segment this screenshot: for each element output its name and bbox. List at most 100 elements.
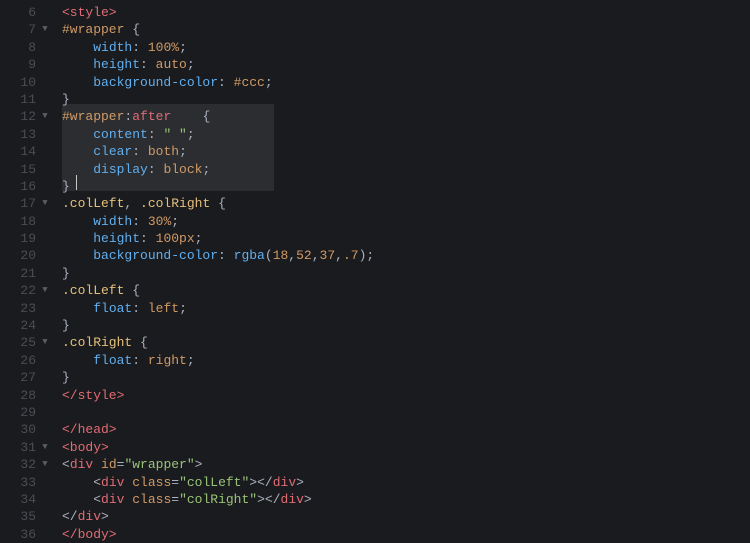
line-number: 17 xyxy=(10,195,38,212)
token-angle: </ xyxy=(265,492,281,507)
token-punct xyxy=(62,475,93,490)
token-punct: ; xyxy=(265,75,273,90)
code-line[interactable]: display: block; xyxy=(56,161,750,178)
line-number: 10 xyxy=(10,74,38,91)
gutter-line: 13 xyxy=(0,126,56,143)
code-line[interactable]: <div id="wrapper"> xyxy=(56,456,750,473)
token-angle: < xyxy=(93,475,101,490)
code-line[interactable]: } xyxy=(56,178,750,195)
fold-toggle-icon[interactable]: ▼ xyxy=(38,456,52,473)
code-line[interactable]: <div class="colLeft"></div> xyxy=(56,474,750,491)
code-line[interactable]: <body> xyxy=(56,439,750,456)
code-line[interactable]: height: 100px; xyxy=(56,230,750,247)
code-line[interactable]: <style> xyxy=(56,4,750,21)
token-sel: #wrapper xyxy=(62,22,124,37)
gutter-line: 6 xyxy=(0,4,56,21)
token-selc: .colLeft xyxy=(62,196,124,211)
code-line[interactable]: float: left; xyxy=(56,300,750,317)
token-punct: ; xyxy=(179,301,187,316)
fold-toggle-icon[interactable]: ▼ xyxy=(38,21,52,38)
code-line[interactable]: content: " "; xyxy=(56,126,750,143)
code-line[interactable]: .colLeft, .colRight { xyxy=(56,195,750,212)
code-line[interactable]: width: 100%; xyxy=(56,39,750,56)
line-number: 14 xyxy=(10,143,38,160)
code-line[interactable]: </div> xyxy=(56,508,750,525)
code-line[interactable]: background-color: rgba(18,52,37,.7); xyxy=(56,247,750,264)
code-line[interactable]: </style> xyxy=(56,387,750,404)
token-punct xyxy=(62,301,93,316)
gutter-line: 29 xyxy=(0,404,56,421)
code-line[interactable]: #wrapper:after { xyxy=(56,108,750,125)
fold-toggle-icon[interactable]: ▼ xyxy=(38,282,52,299)
gutter-line: 28 xyxy=(0,387,56,404)
token-punct: : xyxy=(132,301,148,316)
code-line[interactable]: .colLeft { xyxy=(56,282,750,299)
fold-toggle-icon[interactable]: ▼ xyxy=(38,108,52,125)
code-line[interactable]: </head> xyxy=(56,421,750,438)
fold-toggle-icon[interactable]: ▼ xyxy=(38,195,52,212)
token-punct xyxy=(62,144,93,159)
token-punct: : xyxy=(132,144,148,159)
code-line[interactable]: width: 30%; xyxy=(56,213,750,230)
code-line[interactable]: .colRight { xyxy=(56,334,750,351)
token-punct: : xyxy=(140,57,156,72)
code-line[interactable]: height: auto; xyxy=(56,56,750,73)
token-punct: ; xyxy=(179,40,187,55)
token-angle: </ xyxy=(62,509,78,524)
code-line[interactable] xyxy=(56,404,750,421)
line-number: 19 xyxy=(10,230,38,247)
fold-toggle-icon[interactable]: ▼ xyxy=(38,439,52,456)
line-number: 7 xyxy=(10,21,38,38)
token-punct: : xyxy=(148,127,164,142)
gutter-line: 9 xyxy=(0,56,56,73)
gutter-line: 26 xyxy=(0,352,56,369)
code-line[interactable]: #wrapper { xyxy=(56,21,750,38)
token-tag: <body> xyxy=(62,440,109,455)
fold-toggle-icon[interactable]: ▼ xyxy=(38,334,52,351)
token-punct xyxy=(62,40,93,55)
token-brace: } xyxy=(62,179,70,194)
code-line[interactable]: } xyxy=(56,265,750,282)
token-punct xyxy=(62,248,93,263)
line-number: 20 xyxy=(10,247,38,264)
token-tag: </style> xyxy=(62,388,124,403)
code-line[interactable]: } xyxy=(56,369,750,386)
code-area[interactable]: <style>#wrapper { width: 100%; height: a… xyxy=(56,0,750,542)
token-angle: > xyxy=(195,457,203,472)
token-tag: div xyxy=(70,457,93,472)
code-line[interactable]: float: right; xyxy=(56,352,750,369)
token-num: .7 xyxy=(343,248,359,263)
token-punct xyxy=(210,196,218,211)
gutter-line: 18 xyxy=(0,213,56,230)
code-line[interactable]: <div class="colRight"></div> xyxy=(56,491,750,508)
line-number: 12 xyxy=(10,108,38,125)
token-punct: : xyxy=(132,214,148,229)
token-angle: < xyxy=(93,492,101,507)
token-attrv: "colLeft" xyxy=(179,475,249,490)
code-line[interactable]: } xyxy=(56,317,750,334)
line-number: 36 xyxy=(10,526,38,543)
token-angle: > xyxy=(101,509,109,524)
code-line[interactable]: } xyxy=(56,91,750,108)
token-prop: background-color xyxy=(93,75,218,90)
token-prop: height xyxy=(93,231,140,246)
code-line[interactable]: </body> xyxy=(56,526,750,543)
code-line[interactable]: clear: both; xyxy=(56,143,750,160)
token-punct xyxy=(62,127,93,142)
gutter-line: 17▼ xyxy=(0,195,56,212)
token-selc: .colRight xyxy=(140,196,210,211)
line-number: 34 xyxy=(10,491,38,508)
line-number: 26 xyxy=(10,352,38,369)
line-number: 13 xyxy=(10,126,38,143)
line-number: 25 xyxy=(10,334,38,351)
token-prop: float xyxy=(93,353,132,368)
token-angle: > xyxy=(257,492,265,507)
code-editor[interactable]: 67▼89101112▼1314151617▼1819202122▼232425… xyxy=(0,0,750,542)
token-punct: ( xyxy=(265,248,273,263)
token-selc: .colLeft xyxy=(62,283,124,298)
token-angle: < xyxy=(62,457,70,472)
gutter-line: 19 xyxy=(0,230,56,247)
token-tag: div xyxy=(281,492,304,507)
token-punct: , xyxy=(312,248,320,263)
code-line[interactable]: background-color: #ccc; xyxy=(56,74,750,91)
